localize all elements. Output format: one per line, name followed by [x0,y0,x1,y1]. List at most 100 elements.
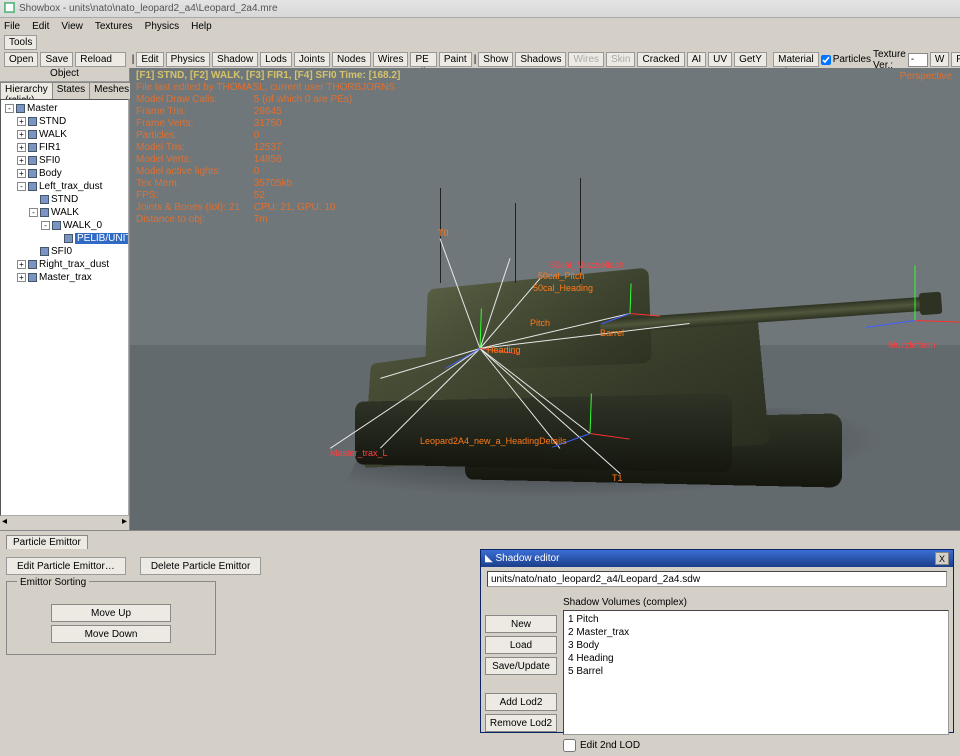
list-item[interactable]: 4 Heading [568,652,944,665]
tab-hierarchy[interactable]: Hierarchy (rclick) [0,82,53,99]
tree-node[interactable]: +Master_trax [1,271,128,284]
cracked-button[interactable]: Cracked [637,52,684,67]
axis-gizmo-pitch [630,313,631,314]
hierarchy-tree[interactable]: -Master+STND+WALK+FIR1+SFI0+Body-Left_tr… [0,99,129,516]
bone-label-heading: Heading [487,345,521,355]
move-up-button[interactable]: Move Up [51,604,171,622]
tree-node[interactable]: -WALK [1,206,128,219]
menu-physics[interactable]: Physics [145,21,179,32]
bone-label-pitch: Pitch [530,318,550,328]
list-item[interactable]: 2 Master_trax [568,626,944,639]
nodes-button[interactable]: Nodes [332,52,371,67]
emitter-sorting-group: Emittor Sorting Move Up Move Down [6,581,216,655]
joints-button[interactable]: Joints [294,52,330,67]
skin-button[interactable]: Skin [606,52,635,67]
bone-label-cal-pitch: 50cal_Pitch [538,271,585,281]
w-button[interactable]: W [930,52,949,67]
tree-node[interactable]: +SFI0 [1,154,128,167]
shadow-button[interactable]: Shadow [212,52,258,67]
bone-label-cal-heading: 50cal_Heading [533,283,593,293]
tree-node[interactable]: +FIR1 [1,141,128,154]
main-toolbar: Open Save Reload Textures | Edit Physics… [0,51,960,68]
reload-textures-button[interactable]: Reload Textures [75,52,125,67]
tab-meshes[interactable]: Meshes [89,82,134,99]
bone-label-barrel: Barrel [600,328,624,338]
tree-node[interactable]: -WALK_0 [1,219,128,232]
bone-label-details: Leopard2A4_new_a_HeadingDetails [420,436,567,446]
bone-label-t0: T0 [438,228,449,238]
tree-node[interactable]: STND [1,193,128,206]
dialog-titlebar[interactable]: ◣ Shadow editor X [481,550,953,567]
bone-label-muzzleflash: Muzzleflash [888,340,936,350]
menubar: File Edit View Textures Physics Help [0,18,960,34]
particle-panel: Particle Emittor Edit Particle Emittor… … [0,531,480,737]
sidebar-tabs: Hierarchy (rclick) States Meshes [0,82,129,99]
tree-node[interactable]: -Master [1,102,128,115]
tree-node[interactable]: PELIB/UNIT_TRACK_N_ [1,232,128,245]
tank-model: T0 T1 Heading Pitch Barrel Muzzleflash 5… [180,148,920,508]
open-button[interactable]: Open [4,52,38,67]
edit-button[interactable]: Edit [136,52,163,67]
wires2-button[interactable]: Wires [568,52,604,67]
remove-lod2-button[interactable]: Remove Lod2 [485,714,557,732]
wires-button[interactable]: Wires [373,52,409,67]
axis-gizmo-heading [480,348,481,349]
menu-edit[interactable]: Edit [32,21,49,32]
paint-button[interactable]: Paint [439,52,472,67]
shadows-button[interactable]: Shadows [515,52,566,67]
save-button[interactable]: Save [40,52,73,67]
particle-tab[interactable]: Particle Emittor [6,535,88,549]
edit-2nd-lod-checkbox[interactable]: Edit 2nd LOD [563,739,949,752]
lods-button[interactable]: Lods [260,52,292,67]
object-sidebar: Object Hierarchy (rclick) States Meshes … [0,68,130,530]
tab-states[interactable]: States [52,82,90,99]
axis-gizmo-base [590,433,591,434]
pelib-button[interactable]: PE Lib [410,52,436,67]
shadow-path-input[interactable] [487,571,947,587]
list-item[interactable]: 5 Barrel [568,665,944,678]
show-button[interactable]: Show [478,52,513,67]
menu-textures[interactable]: Textures [95,21,133,32]
bone-label-trax: Master_trax_L [330,448,388,458]
delete-emitter-button[interactable]: Delete Particle Emittor [140,557,261,575]
menu-view[interactable]: View [61,21,83,32]
shadow-volumes-list[interactable]: 1 Pitch2 Master_trax3 Body4 Heading5 Bar… [563,610,949,735]
sidebar-header: Object [0,68,129,82]
ps-button[interactable]: PS1.1 [951,52,960,67]
tree-node[interactable]: +Right_trax_dust [1,258,128,271]
gety-button[interactable]: GetY [734,52,767,67]
tree-node[interactable]: -Left_trax_dust [1,180,128,193]
move-down-button[interactable]: Move Down [51,625,171,643]
axis-gizmo-muzzle [915,320,916,321]
app-icon [4,2,15,16]
tree-node[interactable]: SFI0 [1,245,128,258]
shadow-volumes-label: Shadow Volumes (complex) [563,597,949,608]
window-title: Showbox - units\nato\nato_leopard2_a4\Le… [19,3,278,14]
list-item[interactable]: 3 Body [568,639,944,652]
bone-label-cal-muzzle: 50cal_Muzzleflash [550,260,624,270]
particles-checkbox[interactable]: Particles [821,54,871,65]
load-button[interactable]: Load [485,636,557,654]
tree-node[interactable]: +WALK [1,128,128,141]
list-item[interactable]: 1 Pitch [568,613,944,626]
edit-emitter-button[interactable]: Edit Particle Emittor… [6,557,126,575]
tree-node[interactable]: +Body [1,167,128,180]
menu-file[interactable]: File [4,21,20,32]
materialsim-button[interactable]: Material Sim [773,52,819,67]
shadow-editor-dialog: ◣ Shadow editor X New Load Save/Update A… [480,549,954,733]
sidebar-scroll-footer[interactable]: ◂▸ [0,516,129,530]
window-titlebar: Showbox - units\nato\nato_leopard2_a4\Le… [0,0,960,18]
physics-button[interactable]: Physics [166,52,210,67]
viewport-3d[interactable]: [F1] STND, [F2] WALK, [F3] FIR1, [F4] SF… [130,68,960,530]
new-button[interactable]: New [485,615,557,633]
menu-help[interactable]: Help [191,21,212,32]
uv-button[interactable]: UV [708,52,732,67]
perspective-label: Perspective [900,71,952,82]
add-lod2-button[interactable]: Add Lod2 [485,693,557,711]
texture-ver-field[interactable]: - [908,53,928,67]
tree-node[interactable]: +STND [1,115,128,128]
save-update-button[interactable]: Save/Update [485,657,557,675]
ai-button[interactable]: AI [687,52,706,67]
close-button[interactable]: X [935,552,949,565]
bone-label-t1: T1 [612,473,623,483]
